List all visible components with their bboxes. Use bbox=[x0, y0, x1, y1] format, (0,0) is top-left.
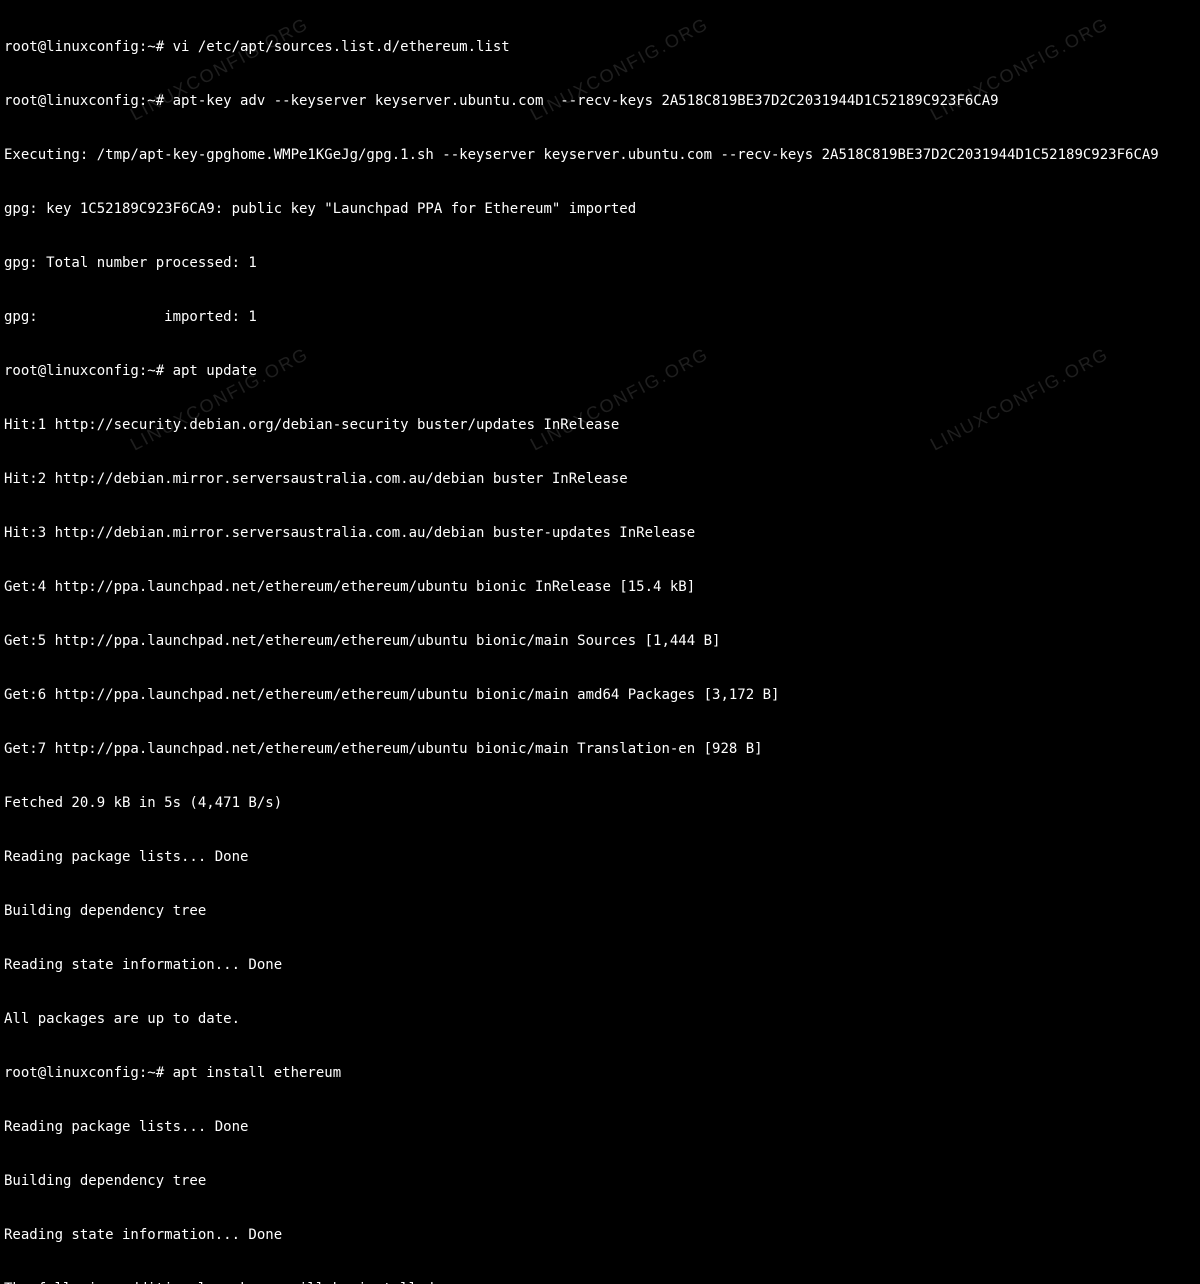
terminal-line: All packages are up to date. bbox=[4, 1010, 1196, 1028]
terminal-line: Executing: /tmp/apt-key-gpghome.WMPe1KGe… bbox=[4, 146, 1196, 164]
terminal-line: Get:4 http://ppa.launchpad.net/ethereum/… bbox=[4, 578, 1196, 596]
terminal-line: root@linuxconfig:~# vi /etc/apt/sources.… bbox=[4, 38, 1196, 56]
terminal-line: Get:5 http://ppa.launchpad.net/ethereum/… bbox=[4, 632, 1196, 650]
terminal-line: Reading state information... Done bbox=[4, 1226, 1196, 1244]
terminal-line: Building dependency tree bbox=[4, 1172, 1196, 1190]
terminal-line: Hit:1 http://security.debian.org/debian-… bbox=[4, 416, 1196, 434]
terminal-line: Get:7 http://ppa.launchpad.net/ethereum/… bbox=[4, 740, 1196, 758]
terminal-line: Hit:3 http://debian.mirror.serversaustra… bbox=[4, 524, 1196, 542]
terminal-line: gpg: imported: 1 bbox=[4, 308, 1196, 326]
terminal-line: Reading state information... Done bbox=[4, 956, 1196, 974]
terminal-line: Get:6 http://ppa.launchpad.net/ethereum/… bbox=[4, 686, 1196, 704]
terminal-line: gpg: key 1C52189C923F6CA9: public key "L… bbox=[4, 200, 1196, 218]
terminal-line: gpg: Total number processed: 1 bbox=[4, 254, 1196, 272]
terminal-line: Reading package lists... Done bbox=[4, 848, 1196, 866]
terminal-line: root@linuxconfig:~# apt install ethereum bbox=[4, 1064, 1196, 1082]
terminal-output[interactable]: root@linuxconfig:~# vi /etc/apt/sources.… bbox=[0, 0, 1200, 1284]
terminal-line: The following additional packages will b… bbox=[4, 1280, 1196, 1284]
terminal-line: Reading package lists... Done bbox=[4, 1118, 1196, 1136]
terminal-line: root@linuxconfig:~# apt update bbox=[4, 362, 1196, 380]
terminal-line: Building dependency tree bbox=[4, 902, 1196, 920]
terminal-line: Fetched 20.9 kB in 5s (4,471 B/s) bbox=[4, 794, 1196, 812]
terminal-line: root@linuxconfig:~# apt-key adv --keyser… bbox=[4, 92, 1196, 110]
terminal-line: Hit:2 http://debian.mirror.serversaustra… bbox=[4, 470, 1196, 488]
